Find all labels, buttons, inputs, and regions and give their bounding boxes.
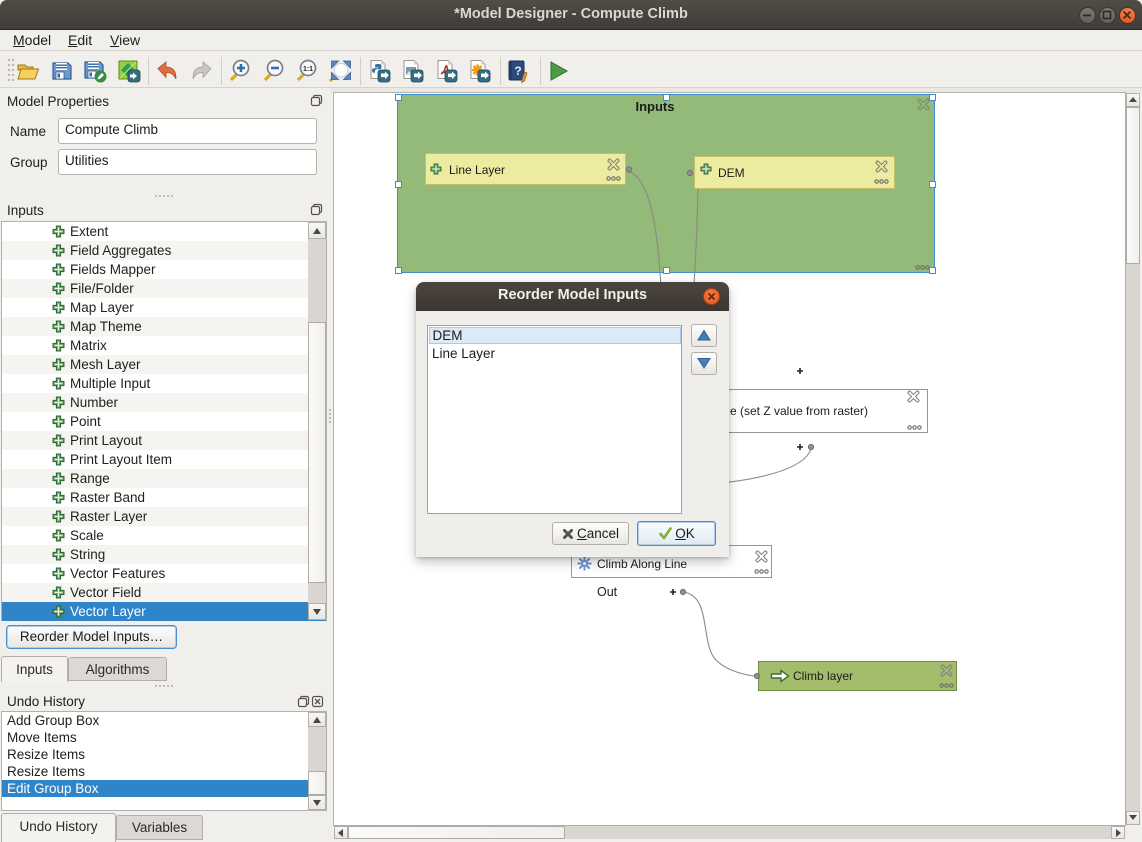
svg-text:?: ? bbox=[514, 64, 521, 78]
